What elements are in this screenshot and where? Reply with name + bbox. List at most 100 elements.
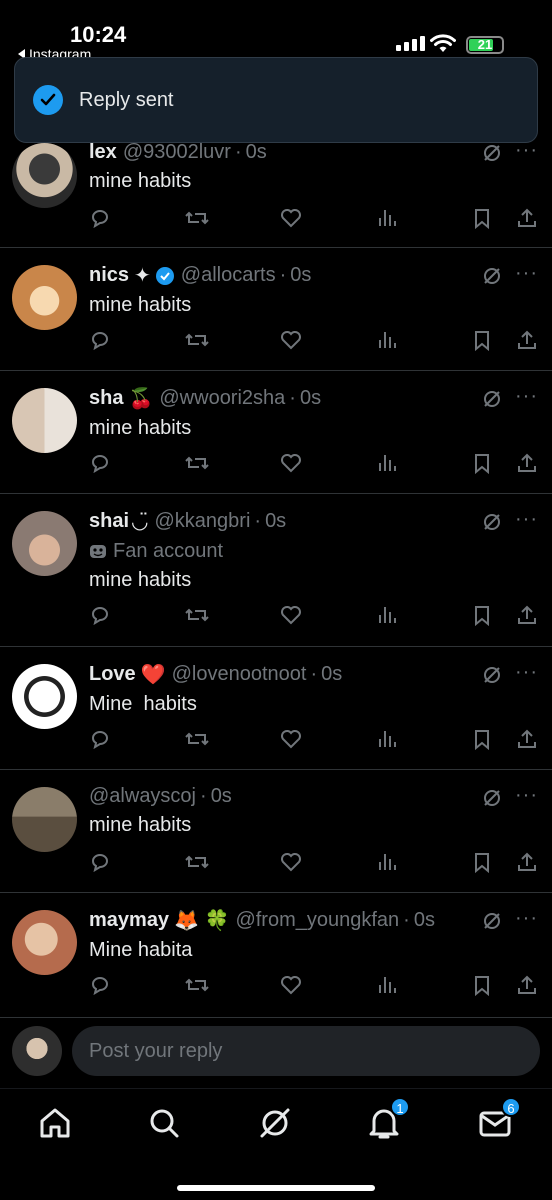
more-icon[interactable]: ···: [515, 262, 538, 285]
reply-icon[interactable]: [89, 974, 111, 996]
like-icon[interactable]: [280, 329, 302, 351]
grok-icon[interactable]: [482, 512, 502, 532]
more-icon[interactable]: ···: [515, 508, 538, 531]
views-icon[interactable]: [376, 329, 398, 351]
tweet[interactable]: @alwayscoj · 0s mine habits ···: [0, 770, 552, 893]
more-icon[interactable]: ···: [515, 907, 538, 930]
verified-badge-icon[interactable]: [155, 266, 175, 286]
share-icon[interactable]: [516, 329, 538, 351]
grok-icon[interactable]: [482, 143, 502, 163]
messages-icon[interactable]: 6: [477, 1097, 521, 1141]
share-icon[interactable]: [516, 851, 538, 873]
tweet[interactable]: sha 🍒 @wwoori2sha · 0s mine habits ···: [0, 371, 552, 494]
author-handle[interactable]: @allocarts: [181, 264, 276, 287]
views-icon[interactable]: [376, 604, 398, 626]
views-icon[interactable]: [376, 452, 398, 474]
bookmark-icon[interactable]: [471, 329, 493, 352]
more-icon[interactable]: ···: [515, 385, 538, 408]
share-icon[interactable]: [516, 207, 538, 229]
like-icon[interactable]: [280, 604, 302, 626]
separator-dot: ·: [279, 264, 287, 286]
tweet[interactable]: lex @93002luvr · 0s mine habits ···: [0, 125, 552, 248]
post-time: 0s: [245, 141, 267, 163]
battery-level: 21: [477, 37, 493, 52]
views-icon[interactable]: [376, 207, 398, 229]
notifications-badge: 1: [390, 1097, 410, 1117]
repost-icon[interactable]: [185, 329, 209, 351]
search-icon[interactable]: [146, 1105, 182, 1141]
reply-icon[interactable]: [89, 604, 111, 626]
author-handle[interactable]: @wwoori2sha: [159, 387, 285, 410]
more-icon[interactable]: ···: [515, 661, 538, 684]
reply-icon[interactable]: [89, 452, 111, 474]
bookmark-icon[interactable]: [471, 207, 493, 230]
author-name[interactable]: lex: [89, 141, 117, 164]
tweet[interactable]: Love ❤️ @lovenootnoot · 0s Mine habits ·…: [0, 647, 552, 770]
grok-icon[interactable]: [482, 665, 502, 685]
author-name[interactable]: nics: [89, 264, 129, 287]
messages-badge: 6: [501, 1097, 521, 1117]
reply-sent-toast: Reply sent: [14, 57, 538, 143]
avatar[interactable]: [12, 787, 77, 852]
reply-input[interactable]: [72, 1026, 540, 1076]
home-indicator[interactable]: [177, 1185, 375, 1191]
author-name[interactable]: shai: [89, 510, 129, 533]
share-icon[interactable]: [516, 604, 538, 626]
author-handle[interactable]: @alwayscoj: [89, 785, 196, 808]
share-icon[interactable]: [516, 452, 538, 474]
like-icon[interactable]: [280, 728, 302, 750]
repost-icon[interactable]: [185, 728, 209, 750]
like-icon[interactable]: [280, 851, 302, 873]
bookmark-icon[interactable]: [471, 974, 493, 997]
share-icon[interactable]: [516, 974, 538, 996]
reply-icon[interactable]: [89, 851, 111, 873]
bookmark-icon[interactable]: [471, 452, 493, 475]
grok-icon[interactable]: [482, 788, 502, 808]
bookmark-icon[interactable]: [471, 728, 493, 751]
repost-icon[interactable]: [185, 604, 209, 626]
reply-icon[interactable]: [89, 207, 111, 229]
avatar[interactable]: [12, 265, 77, 330]
avatar[interactable]: [12, 143, 77, 208]
bookmark-icon[interactable]: [471, 604, 493, 627]
like-icon[interactable]: [280, 452, 302, 474]
name-emoji: 🍒: [128, 388, 154, 410]
avatar[interactable]: [12, 388, 77, 453]
grok-nav-icon[interactable]: [257, 1105, 293, 1141]
author-name[interactable]: sha: [89, 387, 123, 410]
tweet[interactable]: nics ✦ @allocarts · 0s mine habits ···: [0, 248, 552, 371]
home-icon[interactable]: [37, 1105, 73, 1141]
tweet[interactable]: shai ◡̈ @kkangbri · 0s Fan account mine …: [0, 494, 552, 647]
author-handle[interactable]: @lovenootnoot: [172, 663, 307, 686]
avatar[interactable]: [12, 910, 77, 975]
avatar[interactable]: [12, 664, 77, 729]
like-icon[interactable]: [280, 207, 302, 229]
author-name[interactable]: Love: [89, 663, 136, 686]
reply-icon[interactable]: [89, 728, 111, 750]
author-handle[interactable]: @kkangbri: [154, 510, 250, 533]
repost-icon[interactable]: [185, 207, 209, 229]
grok-icon[interactable]: [482, 389, 502, 409]
author-handle[interactable]: @from_youngkfan: [235, 909, 399, 932]
repost-icon[interactable]: [185, 974, 209, 996]
views-icon[interactable]: [376, 728, 398, 750]
author-name[interactable]: maymay: [89, 909, 169, 932]
repost-icon[interactable]: [185, 851, 209, 873]
share-icon[interactable]: [516, 728, 538, 750]
views-icon[interactable]: [376, 851, 398, 873]
bookmark-icon[interactable]: [471, 851, 493, 874]
notifications-icon[interactable]: 1: [366, 1097, 410, 1141]
reply-icon[interactable]: [89, 329, 111, 351]
repost-icon[interactable]: [185, 452, 209, 474]
fan-account-label: Fan account: [89, 540, 540, 563]
avatar[interactable]: [12, 511, 77, 576]
name-emoji: 🦊 🍀: [174, 910, 230, 932]
more-icon[interactable]: ···: [515, 784, 538, 807]
grok-icon[interactable]: [482, 911, 502, 931]
tweet[interactable]: maymay 🦊 🍀 @from_youngkfan · 0s Mine hab…: [0, 893, 552, 1018]
reply-composer: [0, 1018, 552, 1088]
author-handle[interactable]: @93002luvr: [123, 141, 231, 164]
grok-icon[interactable]: [482, 266, 502, 286]
views-icon[interactable]: [376, 974, 398, 996]
like-icon[interactable]: [280, 974, 302, 996]
